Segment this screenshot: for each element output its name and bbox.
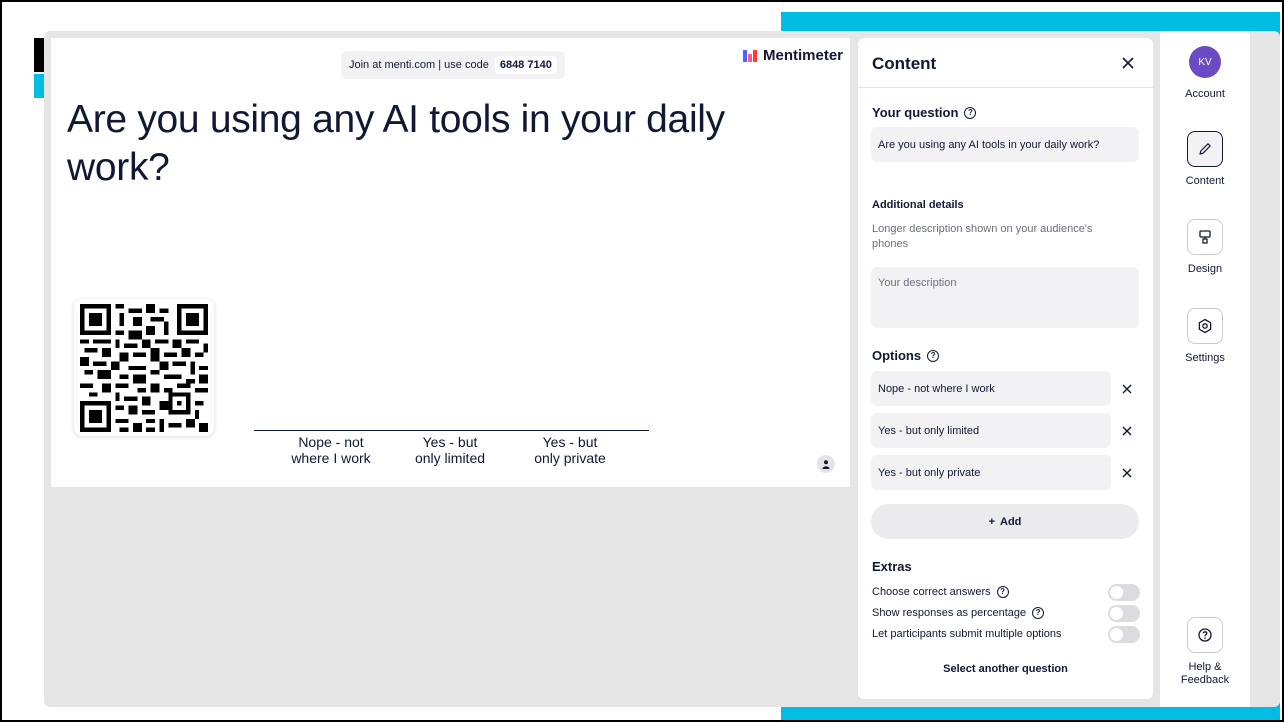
participants-icon[interactable] bbox=[817, 455, 835, 473]
rail-item-content[interactable]: Content bbox=[1160, 131, 1250, 188]
multiple-options-toggle[interactable] bbox=[1108, 626, 1140, 643]
join-instructions: Join at menti.com | use code 6848 7140 bbox=[341, 51, 565, 79]
correct-answers-toggle[interactable] bbox=[1108, 584, 1140, 601]
design-label: Design bbox=[1187, 263, 1223, 275]
add-option-button[interactable]: + Add bbox=[871, 504, 1139, 539]
account-button[interactable]: KV Account bbox=[1160, 46, 1250, 101]
panel-header: Content bbox=[858, 38, 1153, 88]
rail-item-help[interactable]: Help & Feedback bbox=[1160, 617, 1250, 687]
chart-option-label: Nope - not where I work bbox=[291, 434, 371, 466]
percentage-toggle[interactable] bbox=[1108, 605, 1140, 622]
help-icon[interactable]: ? bbox=[964, 106, 977, 119]
help-label: Help & Feedback bbox=[1180, 661, 1230, 686]
brand-name: Mentimeter bbox=[763, 47, 844, 64]
question-label: Your question ? bbox=[872, 105, 977, 120]
extra-setting-row: Let participants submit multiple options bbox=[872, 625, 1140, 643]
settings-label: Settings bbox=[1185, 352, 1225, 364]
rail-item-design[interactable]: Design bbox=[1160, 219, 1250, 276]
help-icon[interactable]: ? bbox=[1032, 607, 1045, 619]
chart-option-label: Yes - but only limited bbox=[414, 434, 486, 466]
option-input[interactable]: Yes - but only limited bbox=[871, 413, 1111, 448]
pencil-icon[interactable] bbox=[1187, 131, 1223, 167]
chart-option-label: Yes - but only private bbox=[534, 434, 606, 466]
qr-code bbox=[74, 299, 214, 436]
qr-code-icon bbox=[80, 303, 208, 432]
extras-label: Extras bbox=[872, 559, 912, 574]
chart-baseline bbox=[254, 430, 649, 431]
remove-option-icon[interactable] bbox=[1117, 421, 1137, 441]
details-hint: Longer description shown on your audienc… bbox=[872, 223, 1093, 250]
details-label: Additional details bbox=[872, 199, 964, 211]
select-another-question-button[interactable]: Select another question bbox=[858, 663, 1153, 675]
help-icon[interactable]: ? bbox=[996, 586, 1009, 598]
close-icon[interactable] bbox=[1118, 53, 1138, 73]
help-icon[interactable]: ? bbox=[927, 349, 940, 362]
mentimeter-logo: Mentimeter bbox=[743, 47, 843, 64]
right-rail: KV Account Content Design Settings Help … bbox=[1160, 31, 1250, 707]
content-panel: Content Your question ? Are you using an… bbox=[858, 38, 1153, 699]
help-circle-icon[interactable] bbox=[1187, 617, 1223, 653]
remove-option-icon[interactable] bbox=[1117, 379, 1137, 399]
extra-setting-row: Show responses as percentage ? bbox=[872, 604, 1140, 622]
extra-setting-row: Choose correct answers ? bbox=[872, 583, 1140, 601]
option-input[interactable]: Yes - but only private bbox=[871, 455, 1111, 490]
background-letter-fragment bbox=[34, 38, 44, 72]
slide-question-title: Are you using any AI tools in your daily… bbox=[67, 98, 725, 189]
plus-icon: + bbox=[988, 515, 996, 528]
mentimeter-logo-icon bbox=[743, 49, 757, 62]
options-label: Options ? bbox=[872, 348, 940, 363]
remove-option-icon[interactable] bbox=[1117, 463, 1137, 483]
account-label: Account bbox=[1185, 88, 1225, 100]
rail-item-settings[interactable]: Settings bbox=[1160, 308, 1250, 365]
option-input[interactable]: Nope - not where I work bbox=[871, 371, 1111, 406]
join-code: 6848 7140 bbox=[494, 56, 557, 74]
join-text: Join at menti.com | use code bbox=[349, 59, 489, 71]
question-input[interactable]: Are you using any AI tools in your daily… bbox=[871, 127, 1139, 162]
paint-roller-icon[interactable] bbox=[1187, 219, 1223, 255]
avatar[interactable]: KV bbox=[1189, 46, 1221, 78]
panel-title: Content bbox=[872, 54, 937, 73]
settings-icon[interactable] bbox=[1187, 308, 1223, 344]
description-textarea[interactable]: Your description bbox=[871, 267, 1139, 328]
background-accent-fragment bbox=[34, 74, 44, 98]
content-label: Content bbox=[1185, 175, 1225, 187]
slide-preview[interactable]: Join at menti.com | use code 6848 7140 M… bbox=[51, 38, 850, 487]
